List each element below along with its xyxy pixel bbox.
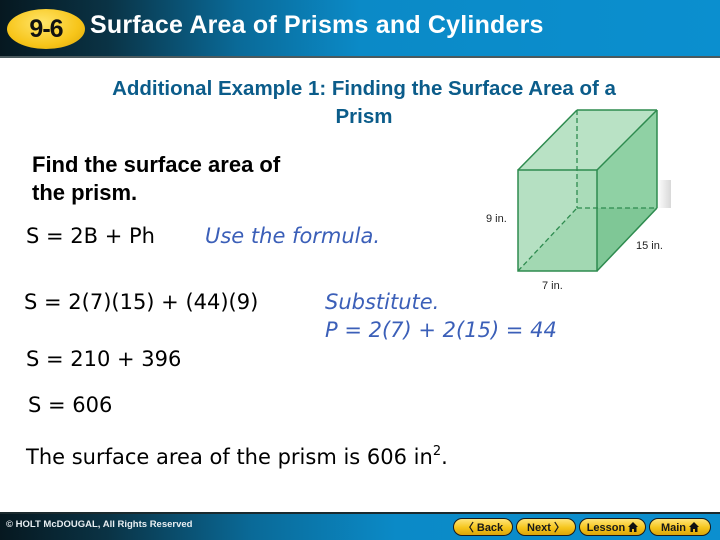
conclusion-text: The surface area of the prism is 606 in bbox=[26, 445, 433, 469]
main-button[interactable]: Main bbox=[649, 518, 711, 536]
main-label: Main bbox=[660, 522, 686, 534]
conclusion: The surface area of the prism is 606 in2… bbox=[26, 444, 448, 469]
chevron-right-icon: 〉 bbox=[550, 522, 565, 534]
prism-figure: 9 in. 15 in. 7 in. bbox=[486, 109, 671, 292]
length-label: 15 in. bbox=[636, 240, 663, 252]
note-substitute: Substitute. bbox=[325, 290, 440, 314]
width-label: 7 in. bbox=[542, 280, 563, 292]
lesson-button[interactable]: Lesson bbox=[579, 518, 646, 536]
next-button[interactable]: Next 〉 bbox=[516, 518, 576, 536]
lesson-title: Surface Area of Prisms and Cylinders bbox=[90, 11, 544, 39]
prism-front-face bbox=[518, 170, 597, 271]
prompt-line1: Find the surface area of bbox=[32, 152, 281, 177]
step-formula: S = 2B + Ph bbox=[26, 224, 155, 248]
conclusion-exponent: 2 bbox=[432, 444, 442, 459]
lesson-label: Lesson bbox=[586, 522, 626, 534]
home-icon bbox=[689, 522, 700, 532]
step-simplify: S = 210 + 396 bbox=[26, 347, 182, 371]
back-label: Back bbox=[476, 522, 504, 534]
note-perimeter: P = 2(7) + 2(15) = 44 bbox=[325, 318, 557, 342]
problem-prompt: Find the surface area of the prism. bbox=[32, 151, 280, 207]
home-icon bbox=[628, 522, 639, 532]
note-formula: Use the formula. bbox=[205, 224, 381, 248]
conclusion-end: . bbox=[441, 445, 448, 469]
copyright-text: © HOLT McDOUGAL, All Rights Reserved bbox=[6, 519, 193, 530]
height-label: 9 in. bbox=[486, 213, 507, 225]
lesson-badge: 9-6 bbox=[7, 9, 85, 49]
chevron-left-icon: 〈 bbox=[462, 522, 477, 534]
header-divider bbox=[0, 56, 720, 58]
prompt-line2: the prism. bbox=[32, 180, 138, 205]
example-title-line1: Additional Example 1: Finding the Surfac… bbox=[112, 77, 616, 100]
prism-shadow bbox=[657, 180, 671, 208]
back-button[interactable]: 〈 Back bbox=[453, 518, 513, 536]
next-label: Next bbox=[527, 522, 551, 534]
step-result: S = 606 bbox=[28, 393, 113, 417]
step-substitute: S = 2(7)(15) + (44)(9) bbox=[24, 290, 259, 314]
